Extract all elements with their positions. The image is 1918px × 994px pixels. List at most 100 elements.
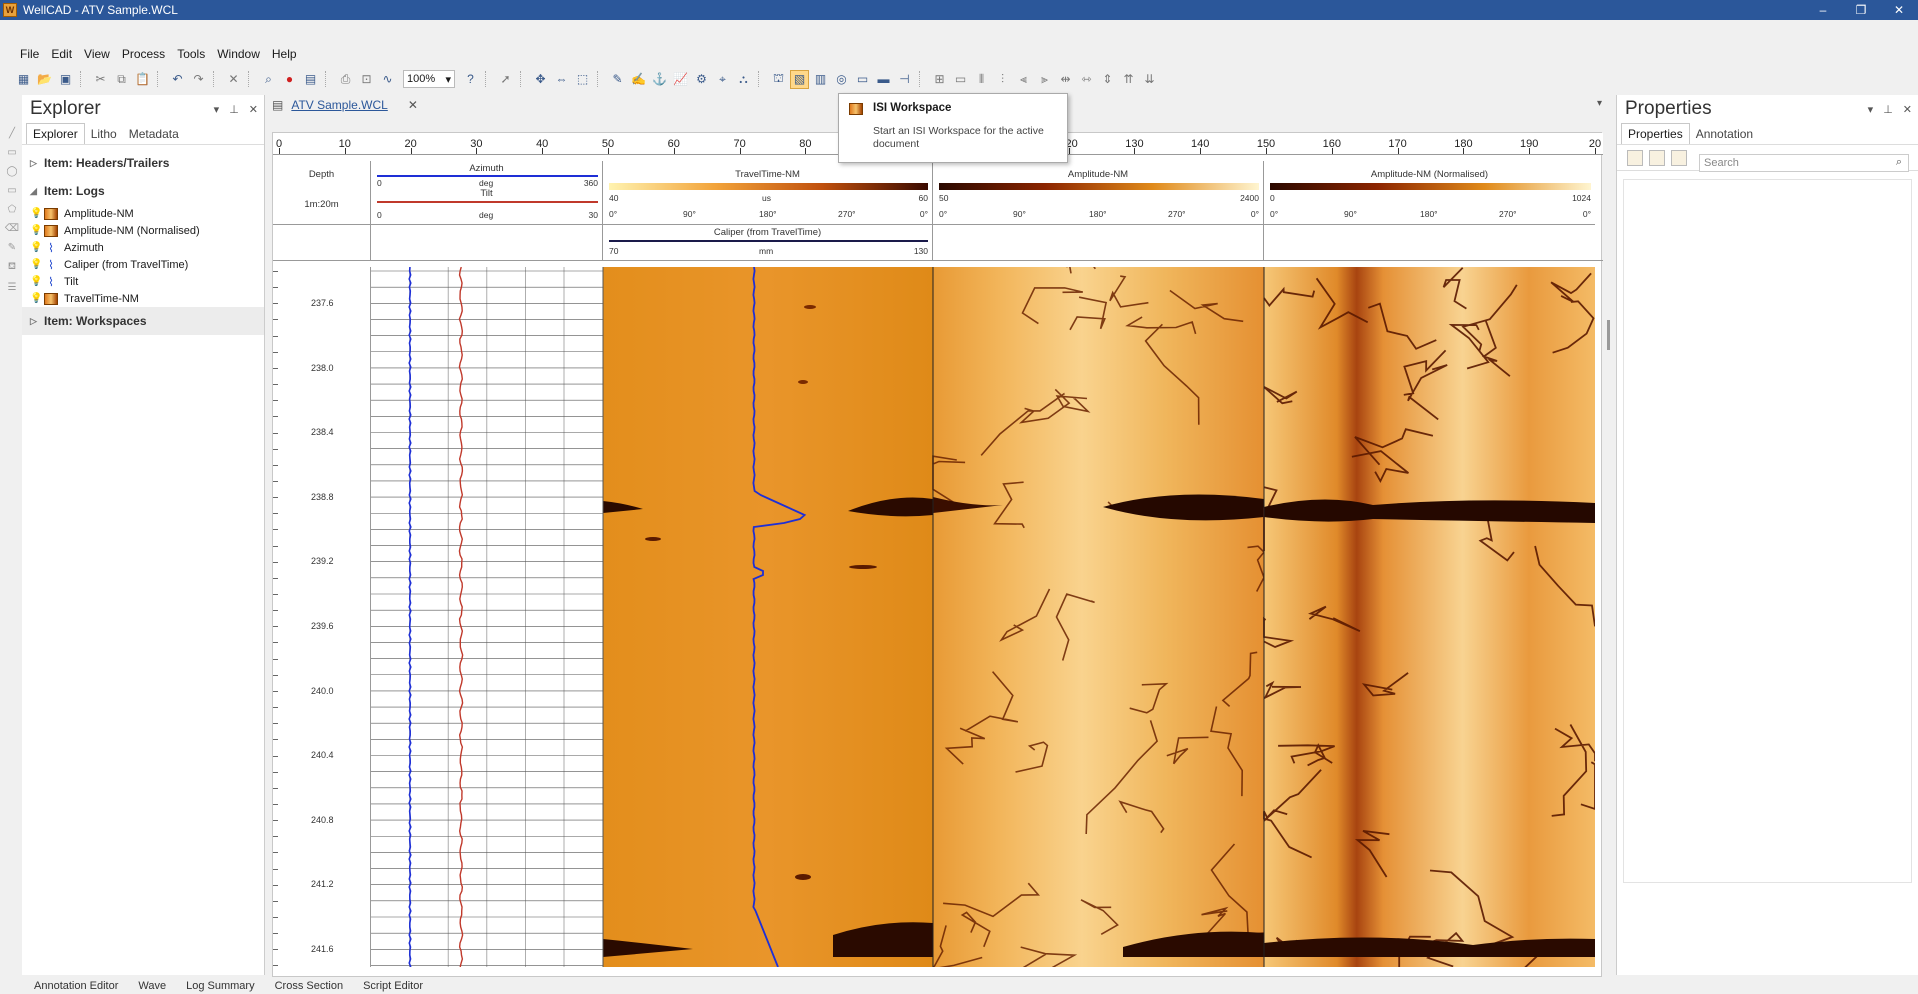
curve-fit-icon[interactable]: ∿: [378, 70, 397, 89]
tab-annotation-editor[interactable]: Annotation Editor: [34, 980, 118, 994]
panel-menu-icon[interactable]: ▾: [1868, 103, 1874, 116]
filter-icon[interactable]: ⚙: [692, 70, 711, 89]
close-icon[interactable]: ✕: [249, 103, 258, 116]
categorized-icon[interactable]: [1627, 150, 1643, 166]
print-icon[interactable]: ⎙: [336, 70, 355, 89]
layout-icon[interactable]: ▭: [951, 70, 970, 89]
pin-icon[interactable]: ⊥: [1883, 103, 1893, 116]
tree-item-log[interactable]: 💡 Amplitude-NM (Normalised): [22, 222, 264, 239]
tab-annotation[interactable]: Annotation: [1690, 124, 1759, 144]
lines-tool-icon[interactable]: ☰: [8, 282, 17, 293]
tree-group-headers[interactable]: ▷ Item: Headers/Trailers: [22, 149, 264, 177]
cut-icon[interactable]: ✂: [91, 70, 110, 89]
log-tracks[interactable]: 237.6 238.0 238.4 238.8 239.2 239.6 240.0 240.4…: [273, 267, 1603, 967]
help-icon[interactable]: ?: [461, 70, 480, 89]
vertical-scrollbar[interactable]: [1602, 155, 1616, 975]
pen-tool-icon[interactable]: ✎: [8, 242, 16, 253]
tab-metadata[interactable]: Metadata: [123, 124, 185, 144]
visibility-bulb-icon[interactable]: 💡: [30, 225, 40, 237]
annotate-icon[interactable]: ✍: [629, 70, 648, 89]
tree-item-log[interactable]: 💡 ⌇ Tilt: [22, 273, 264, 290]
restore-button[interactable]: ❐: [1842, 0, 1880, 20]
isi-workspace-icon[interactable]: ▧: [790, 70, 809, 89]
align-right-icon[interactable]: ⫸: [1035, 70, 1054, 89]
rect-tool-icon[interactable]: ▭: [7, 147, 16, 158]
merge-icon[interactable]: ⛬: [734, 70, 753, 89]
property-pages-icon[interactable]: [1671, 150, 1687, 166]
menu-view[interactable]: View: [78, 47, 116, 61]
visibility-bulb-icon[interactable]: 💡: [30, 208, 40, 220]
edit-log-icon[interactable]: ✎: [608, 70, 627, 89]
header-traveltime[interactable]: TravelTime-NM 40 us 60 0° 90° 180° 270° …: [603, 161, 933, 261]
zoom-select[interactable]: 100% ▾: [403, 70, 455, 88]
tree-item-log[interactable]: 💡 TravelTime-NM: [22, 290, 264, 307]
expand-icon[interactable]: ▷: [30, 316, 44, 327]
tab-explorer[interactable]: Explorer: [26, 123, 85, 144]
structure-icon[interactable]: ▥: [811, 70, 830, 89]
copy-icon[interactable]: ⧉: [112, 70, 131, 89]
tab-log-summary[interactable]: Log Summary: [186, 980, 254, 994]
tab-wave[interactable]: Wave: [138, 980, 166, 994]
search-input[interactable]: Search ⌕: [1699, 154, 1909, 172]
rect-tool-icon[interactable]: ▭: [7, 185, 16, 196]
tab-litho[interactable]: Litho: [85, 124, 123, 144]
workspace-icon[interactable]: ⛫: [769, 70, 788, 89]
pointer-icon[interactable]: ➚: [496, 70, 515, 89]
ellipse-tool-icon[interactable]: ◯: [6, 166, 17, 177]
eraser-tool-icon[interactable]: ⌫: [5, 223, 19, 234]
header-depth[interactable]: Depth 1m:20m: [273, 161, 371, 261]
select-region-icon[interactable]: ⬚: [573, 70, 592, 89]
expand-icon[interactable]: ▷: [30, 158, 44, 169]
transform-icon[interactable]: ⌖: [713, 70, 732, 89]
redo-icon[interactable]: ↷: [189, 70, 208, 89]
width-icon[interactable]: ⇿: [1077, 70, 1096, 89]
header-azimuth-tilt[interactable]: Azimuth 0 deg 360 Tilt 0 deg 30: [371, 161, 603, 261]
bring-front-icon[interactable]: ⇈: [1119, 70, 1138, 89]
scrollbar-thumb[interactable]: [1607, 320, 1610, 350]
new-document-icon[interactable]: ▦: [14, 70, 33, 89]
close-icon[interactable]: ✕: [408, 98, 418, 112]
panel-menu-icon[interactable]: ▾: [214, 103, 220, 116]
grid-icon[interactable]: ⊞: [930, 70, 949, 89]
tab-script-editor[interactable]: Script Editor: [363, 980, 423, 994]
find-icon[interactable]: ⌕: [259, 70, 278, 89]
visibility-bulb-icon[interactable]: 💡: [30, 242, 40, 254]
tree-item-log[interactable]: 💡 Amplitude-NM: [22, 205, 264, 222]
tree-item-log[interactable]: 💡 ⌇ Azimuth: [22, 239, 264, 256]
menu-edit[interactable]: Edit: [45, 47, 78, 61]
split-icon[interactable]: ⊣: [895, 70, 914, 89]
orientation-icon[interactable]: ◎: [832, 70, 851, 89]
document-icon[interactable]: ▤: [301, 70, 320, 89]
record-icon[interactable]: ●: [280, 70, 299, 89]
header-amplitude[interactable]: Amplitude-NM 50 2400 0° 90° 180° 270° 0°: [933, 161, 1264, 261]
chart-icon[interactable]: 📈: [671, 70, 690, 89]
visibility-bulb-icon[interactable]: 💡: [30, 293, 40, 305]
close-icon[interactable]: ✕: [1903, 103, 1912, 116]
undo-icon[interactable]: ↶: [168, 70, 187, 89]
tab-properties[interactable]: Properties: [1621, 123, 1690, 144]
menu-window[interactable]: Window: [211, 47, 266, 61]
open-folder-icon[interactable]: 📂: [35, 70, 54, 89]
chevron-down-icon[interactable]: ▾: [1597, 98, 1602, 109]
header-amplitude-normalised[interactable]: Amplitude-NM (Normalised) 0 1024 0° 90° …: [1264, 161, 1595, 261]
search-icon[interactable]: ⌕: [1896, 156, 1902, 169]
fit-width-icon[interactable]: ⇔: [552, 70, 571, 89]
minimize-button[interactable]: –: [1804, 0, 1842, 20]
menu-process[interactable]: Process: [116, 47, 171, 61]
height-icon[interactable]: ⇕: [1098, 70, 1117, 89]
visibility-bulb-icon[interactable]: 💡: [30, 259, 40, 271]
line-tool-icon[interactable]: ╱: [9, 128, 15, 139]
align-icon[interactable]: ⫴: [972, 70, 991, 89]
menu-tools[interactable]: Tools: [171, 47, 211, 61]
print-preview-icon[interactable]: ⊡: [357, 70, 376, 89]
image-tool-icon[interactable]: ▭: [853, 70, 872, 89]
move-icon[interactable]: ✥: [531, 70, 550, 89]
menu-file[interactable]: File: [14, 47, 45, 61]
menu-help[interactable]: Help: [266, 47, 303, 61]
tree-item-log[interactable]: 💡 ⌇ Caliper (from TravelTime): [22, 256, 264, 273]
tree-group-logs[interactable]: ◢ Item: Logs: [22, 177, 264, 205]
send-back-icon[interactable]: ⇊: [1140, 70, 1159, 89]
document-tab[interactable]: ▤ ATV Sample.WCL ✕: [272, 95, 418, 115]
distribute-icon[interactable]: ⫶: [993, 70, 1012, 89]
close-window-button[interactable]: ✕: [1880, 0, 1918, 20]
